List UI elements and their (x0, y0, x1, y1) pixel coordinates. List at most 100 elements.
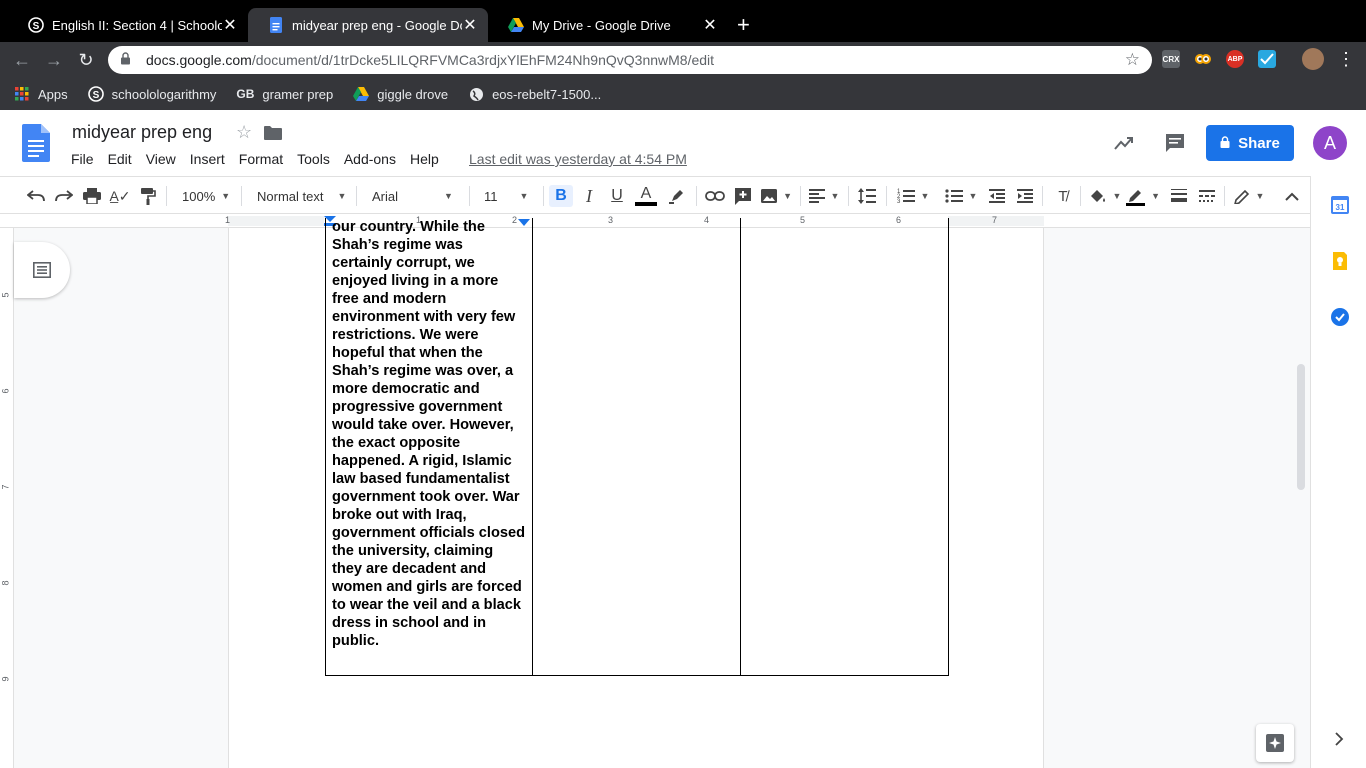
tab-google-docs[interactable]: midyear prep eng - Google Docs ✕ (248, 8, 488, 42)
menu-view[interactable]: View (146, 151, 176, 167)
vertical-ruler: 5 6 7 8 9 (0, 228, 14, 768)
menu-file[interactable]: File (71, 151, 94, 167)
address-bar[interactable]: docs.google.com/document/d/1trDcke5LILQR… (108, 46, 1152, 74)
menu-help[interactable]: Help (410, 151, 439, 167)
bookmark-gramer-prep[interactable]: GB gramer prep (236, 86, 333, 102)
document-page[interactable]: our country. While the Shah’s regime was… (228, 218, 1044, 768)
document-title[interactable]: midyear prep eng (72, 122, 212, 143)
crx-extension-icon[interactable]: CRX (1162, 50, 1180, 68)
globe-icon (468, 86, 484, 102)
undo-icon[interactable] (26, 185, 46, 207)
comments-icon[interactable] (1164, 132, 1186, 154)
increase-indent-icon[interactable] (1014, 185, 1036, 207)
bold-button[interactable]: B (549, 185, 573, 207)
menu-insert[interactable]: Insert (190, 151, 225, 167)
zoom-value: 100% (182, 188, 216, 204)
font-size-select[interactable]: 11 ▼ (484, 185, 536, 207)
tab-title: English II: Section 4 | Schoology (52, 17, 222, 33)
menu-add-ons[interactable]: Add-ons (344, 151, 396, 167)
decrease-indent-icon[interactable] (986, 185, 1008, 207)
clear-formatting-icon[interactable]: T̸ (1052, 185, 1074, 207)
line-spacing-icon[interactable] (856, 185, 878, 207)
editing-mode-icon[interactable]: ▼ (1232, 185, 1266, 207)
docs-logo-icon[interactable] (22, 124, 50, 162)
text-color-button[interactable]: A (634, 185, 658, 207)
insert-image-icon[interactable]: ▼ (760, 185, 792, 207)
zoom-select[interactable]: 100% ▼ (182, 185, 232, 207)
activity-trend-icon[interactable] (1113, 132, 1135, 154)
chevron-up-icon[interactable] (1282, 185, 1302, 207)
redo-icon[interactable] (54, 185, 74, 207)
new-tab-button[interactable]: + (737, 12, 750, 38)
spellcheck-icon[interactable]: A̲✓ (109, 185, 130, 207)
bulleted-list-icon[interactable]: ▼ (942, 185, 980, 207)
cell-paragraph[interactable]: our country. While the Shah’s regime was… (332, 218, 526, 650)
ruler-number: 7 (992, 215, 998, 225)
star-icon[interactable]: ☆ (236, 122, 252, 143)
table-cell[interactable]: our country. While the Shah’s regime was… (326, 218, 534, 675)
toolbar-divider (1224, 186, 1225, 206)
bookmark-giggle-drove[interactable]: giggle drove (353, 86, 448, 102)
tab-google-drive[interactable]: My Drive - Google Drive ✕ (488, 8, 728, 42)
adblock-extension-icon[interactable]: ABP (1226, 50, 1244, 68)
bookmark-apps[interactable]: Apps (14, 86, 68, 102)
print-icon[interactable] (82, 185, 102, 207)
paint-format-icon[interactable] (138, 185, 158, 207)
link-icon[interactable] (704, 185, 726, 207)
table-cell[interactable] (533, 218, 741, 675)
explore-button[interactable] (1256, 724, 1294, 762)
tab-title: midyear prep eng - Google Docs (292, 17, 462, 33)
menu-edit[interactable]: Edit (108, 151, 132, 167)
reload-button[interactable]: ↻ (76, 50, 96, 71)
chevron-right-icon[interactable] (1333, 732, 1351, 750)
close-icon[interactable]: ✕ (222, 15, 238, 35)
font-select[interactable]: Arial ▼ (372, 185, 460, 207)
close-icon[interactable]: ✕ (462, 15, 478, 35)
last-edit-link[interactable]: Last edit was yesterday at 4:54 PM (469, 151, 687, 167)
border-dash-icon[interactable] (1196, 185, 1218, 207)
ruler-number: 5 (0, 292, 11, 298)
toolbar-divider (469, 186, 470, 206)
folder-icon[interactable] (264, 126, 282, 140)
paragraph-style-select[interactable]: Normal text ▼ (257, 185, 347, 207)
calendar-icon[interactable]: 31 (1331, 196, 1349, 214)
fill-color-icon[interactable]: ▼ (1088, 185, 1122, 207)
numbered-list-icon[interactable]: 123 ▼ (894, 185, 932, 207)
owl-extension-icon[interactable] (1194, 50, 1212, 68)
table-cell[interactable] (741, 218, 948, 675)
share-button[interactable]: Share (1206, 125, 1294, 161)
bookmark-star-icon[interactable]: ☆ (1125, 50, 1140, 70)
forward-button[interactable]: → (44, 50, 64, 71)
insert-comment-icon[interactable] (732, 185, 754, 207)
document-outline-button[interactable] (14, 242, 70, 298)
border-color-icon[interactable]: ▼ (1126, 185, 1160, 207)
highlight-color-icon[interactable] (666, 185, 688, 207)
tab-schoology[interactable]: S English II: Section 4 | Schoology ✕ (8, 8, 248, 42)
checkmark-extension-icon[interactable] (1258, 50, 1276, 68)
menu-tools[interactable]: Tools (297, 151, 330, 167)
toolbar-divider (696, 186, 697, 206)
browser-menu-icon[interactable]: ⋮ (1337, 49, 1355, 70)
bookmark-schoolologarithmy[interactable]: S schoolologarithmy (87, 86, 216, 102)
menu-format[interactable]: Format (239, 151, 283, 167)
tasks-icon[interactable] (1331, 308, 1349, 326)
align-left-icon[interactable]: ▼ (808, 185, 840, 207)
italic-button[interactable]: I (578, 185, 600, 207)
close-icon[interactable]: ✕ (702, 15, 718, 35)
underline-button[interactable]: U (606, 185, 628, 207)
scrollbar-thumb[interactable] (1297, 364, 1305, 490)
drive-icon (508, 17, 524, 33)
docs-header: midyear prep eng ☆ File Edit View Insert… (0, 110, 1366, 176)
bookmark-eos[interactable]: eos-rebelt7-1500... (468, 86, 601, 102)
bookmarks-bar: Apps S schoolologarithmy GB gramer prep … (0, 78, 1366, 110)
back-button[interactable]: ← (12, 50, 32, 71)
account-avatar[interactable]: A (1313, 126, 1347, 160)
chevron-down-icon: ▼ (221, 191, 231, 201)
profile-avatar[interactable] (1302, 48, 1324, 70)
ruler-number: 8 (0, 580, 11, 586)
lock-icon (1220, 135, 1230, 151)
keep-icon[interactable] (1331, 252, 1349, 270)
border-width-icon[interactable] (1168, 185, 1190, 207)
chevron-down-icon: ▼ (783, 191, 792, 201)
chevron-down-icon: ▼ (519, 191, 529, 201)
